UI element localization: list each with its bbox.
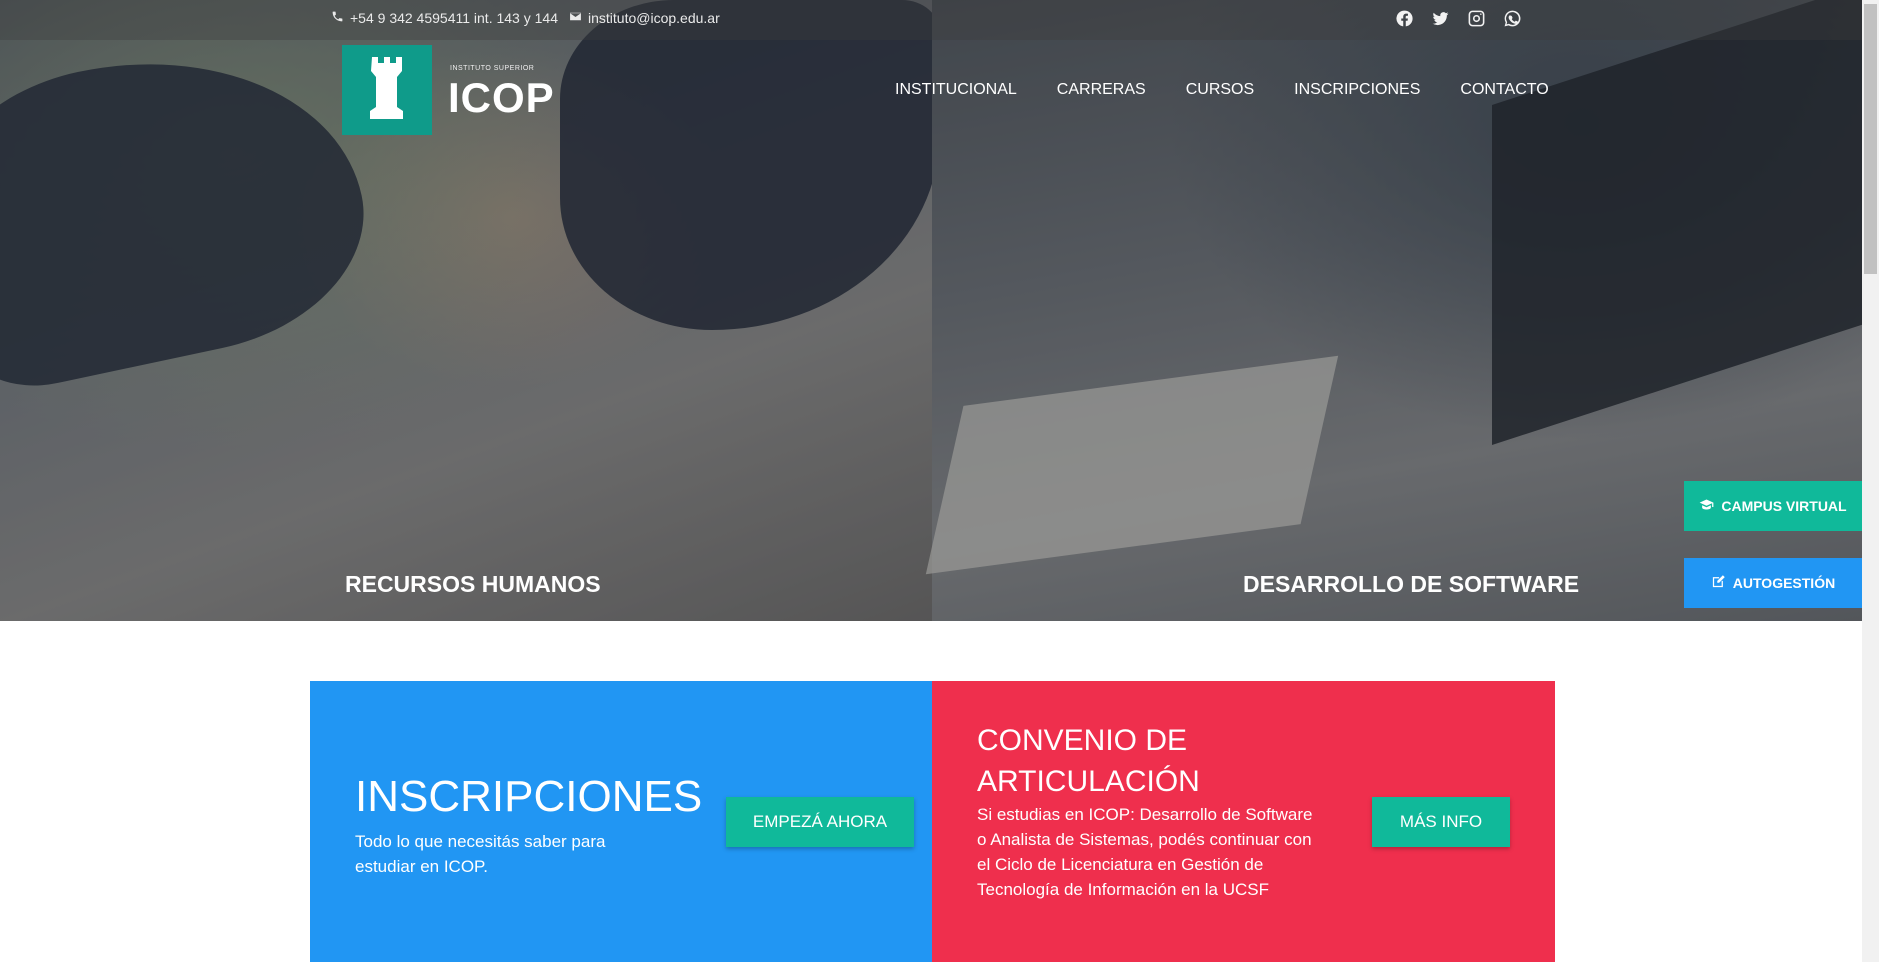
nav-item-institucional[interactable]: INSTITUCIONAL — [895, 81, 1017, 99]
graduation-cap-icon — [1699, 497, 1714, 515]
convenio-text: Si estudias en ICOP: Desarrollo de Softw… — [977, 805, 1313, 899]
scrollbar-thumb[interactable] — [1864, 4, 1877, 274]
nav-item-cursos[interactable]: CURSOS — [1186, 81, 1254, 99]
envelope-icon — [569, 10, 582, 26]
email-contact[interactable]: instituto@icop.edu.ar — [569, 10, 720, 26]
phone-contact[interactable]: +54 9 342 4595411 int. 143 y 144 — [331, 10, 558, 26]
main-navigation: INSTITUCIONAL CARRERAS CURSOS INSCRIPCIO… — [895, 81, 1549, 99]
logo-mark[interactable] — [342, 45, 432, 135]
phone-icon — [331, 10, 344, 26]
top-bar: +54 9 342 4595411 int. 143 y 144 institu… — [0, 0, 1862, 40]
nav-item-inscripciones[interactable]: INSCRIPCIONES — [1294, 81, 1420, 99]
convenio-card: CONVENIO DE ARTICULACIÓN Si estudias en … — [932, 681, 1555, 962]
facebook-icon[interactable] — [1395, 9, 1414, 28]
autogestion-label: AUTOGESTIÓN — [1732, 575, 1836, 591]
logo-subtitle: INSTITUTO SUPERIOR — [450, 65, 535, 72]
castle-icon — [370, 56, 404, 124]
inscripciones-title: INSCRIPCIONES — [355, 772, 703, 821]
phone-number: +54 9 342 4595411 int. 143 y 144 — [350, 10, 558, 26]
instagram-icon[interactable] — [1467, 9, 1486, 28]
autogestion-button[interactable]: AUTOGESTIÓN — [1684, 558, 1862, 608]
convenio-title-line-2: ARTICULACIÓN — [977, 765, 1200, 798]
inscripciones-text: Todo lo que necesitás saber para estudia… — [355, 832, 606, 876]
nav-item-contacto[interactable]: CONTACTO — [1460, 81, 1548, 99]
hero-title-recursos-humanos[interactable]: RECURSOS HUMANOS — [345, 571, 601, 598]
twitter-icon[interactable] — [1431, 9, 1450, 28]
logo-name[interactable]: ICOP — [448, 74, 555, 122]
mas-info-button[interactable]: MÁS INFO — [1372, 797, 1510, 847]
email-address: instituto@icop.edu.ar — [588, 10, 720, 26]
edit-icon — [1711, 574, 1726, 592]
hero-title-desarrollo-software[interactable]: DESARROLLO DE SOFTWARE — [1243, 571, 1579, 598]
campus-virtual-button[interactable]: CAMPUS VIRTUAL — [1684, 481, 1862, 531]
hero-section: +54 9 342 4595411 int. 143 y 144 institu… — [0, 0, 1862, 621]
convenio-title: CONVENIO DE ARTICULACIÓN — [977, 720, 1200, 802]
convenio-title-line-1: CONVENIO DE — [977, 724, 1188, 757]
social-links — [1395, 9, 1522, 28]
whatsapp-icon[interactable] — [1503, 9, 1522, 28]
nav-item-carreras[interactable]: CARRERAS — [1057, 81, 1146, 99]
scrollbar[interactable] — [1862, 0, 1879, 962]
inscripciones-card: INSCRIPCIONES Todo lo que necesitás sabe… — [310, 681, 932, 962]
campus-virtual-label: CAMPUS VIRTUAL — [1721, 498, 1847, 514]
empeza-ahora-button[interactable]: EMPEZÁ AHORA — [726, 797, 914, 847]
